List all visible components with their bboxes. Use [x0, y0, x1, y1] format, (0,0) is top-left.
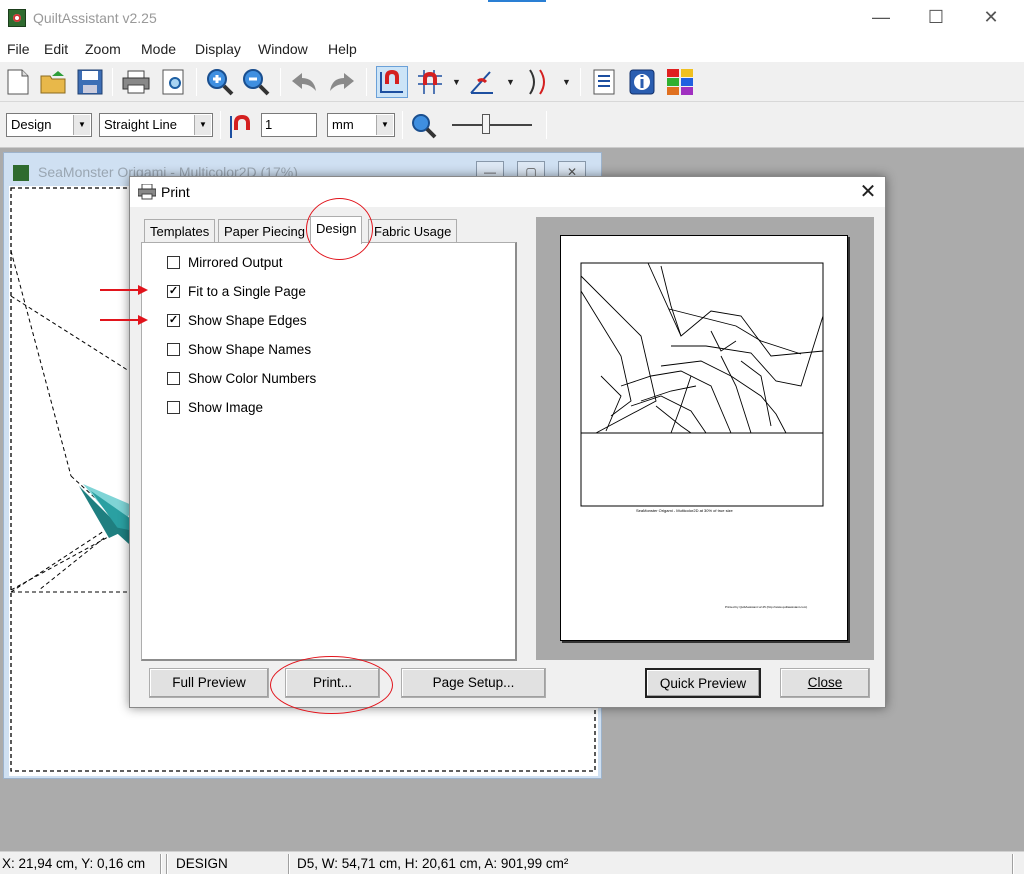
curve-dropdown-arrow[interactable]: ▼ [562, 77, 571, 87]
status-shape-info: D5, W: 54,71 cm, H: 20,61 cm, A: 901,99 … [297, 856, 569, 871]
curve-tool-icon[interactable] [522, 66, 554, 98]
option-fit-single-page[interactable]: ✓ Fit to a Single Page [167, 281, 306, 301]
print-icon[interactable] [120, 66, 152, 98]
snap-distance-icon [228, 112, 256, 140]
document-icon [13, 165, 29, 181]
minimize-button[interactable]: — [866, 6, 896, 30]
print-dialog-title: Print [161, 184, 190, 200]
line-type-value: Straight Line [104, 117, 177, 132]
maximize-button[interactable]: ☐ [921, 6, 951, 30]
menu-help[interactable]: Help [328, 41, 357, 57]
option-show-image[interactable]: Show Image [167, 397, 263, 417]
annotation-circle-print-button [270, 656, 393, 714]
app-icon [8, 9, 26, 27]
tab-paper-piecing[interactable]: Paper Piecing [218, 219, 311, 242]
notes-icon[interactable] [588, 66, 620, 98]
print-preview-icon[interactable] [158, 66, 190, 98]
unit-select-value: mm [332, 117, 354, 132]
status-bar: X: 21,94 cm, Y: 0,16 cm DESIGN D5, W: 54… [0, 851, 1024, 874]
chevron-down-icon: ▼ [376, 115, 393, 135]
menu-window[interactable]: Window [258, 41, 308, 57]
menu-display[interactable]: Display [195, 41, 241, 57]
menu-file[interactable]: File [7, 41, 30, 57]
menu-zoom[interactable]: Zoom [85, 41, 121, 57]
preview-footer: Printed by QuiltAssistant v2.25 (http://… [725, 605, 807, 609]
fit-single-page-checkbox[interactable]: ✓ [167, 284, 180, 298]
menu-mode[interactable]: Mode [141, 41, 176, 57]
preview-drawing: SeaMonster Origami - Multicolor2D at 30%… [580, 262, 824, 609]
option-show-shape-edges[interactable]: ✓ Show Shape Edges [167, 310, 307, 330]
status-mode: DESIGN [176, 856, 228, 871]
close-window-button[interactable]: ✕ [976, 6, 1006, 30]
option-show-shape-names[interactable]: Show Shape Names [167, 339, 311, 359]
menu-edit[interactable]: Edit [44, 41, 68, 57]
mode-select-value: Design [11, 117, 52, 132]
show-color-numbers-checkbox[interactable] [167, 371, 180, 385]
window-accent-line [488, 0, 546, 2]
undo-icon[interactable] [288, 66, 320, 98]
show-shape-names-checkbox[interactable] [167, 342, 180, 356]
app-titlebar: QuiltAssistant v2.25 — ☐ ✕ [0, 0, 1024, 36]
mirrored-output-checkbox[interactable] [167, 255, 180, 269]
fit-single-page-label: Fit to a Single Page [188, 283, 306, 299]
tab-templates[interactable]: Templates [144, 219, 216, 242]
magnifier-icon [410, 112, 438, 140]
mode-select[interactable]: Design ▼ [6, 113, 92, 137]
close-button-label: Close [807, 675, 843, 690]
color-palette-icon[interactable] [664, 66, 696, 98]
annotation-arrows [100, 285, 148, 325]
arrow-right-icon [100, 285, 148, 295]
snap-magnet-icon[interactable] [376, 66, 408, 98]
show-image-label: Show Image [188, 399, 264, 415]
show-shape-names-label: Show Shape Names [188, 341, 312, 357]
line-type-select[interactable]: Straight Line ▼ [99, 113, 213, 137]
page-setup-button[interactable]: Page Setup... [401, 668, 546, 698]
angle-dropdown-arrow[interactable]: ▼ [506, 77, 515, 87]
show-color-numbers-label: Show Color Numbers [188, 370, 317, 386]
tab-design[interactable]: Design [310, 216, 363, 244]
mirrored-output-label: Mirrored Output [188, 254, 283, 270]
chevron-down-icon: ▼ [194, 115, 211, 135]
option-show-color-numbers[interactable]: Show Color Numbers [167, 368, 316, 388]
option-mirrored-output[interactable]: Mirrored Output [167, 252, 283, 272]
snap-distance-value: 1 [265, 117, 273, 132]
quick-preview-button[interactable]: Quick Preview [645, 668, 761, 698]
zoom-in-icon[interactable] [204, 66, 236, 98]
zoom-out-icon[interactable] [240, 66, 272, 98]
info-icon[interactable] [626, 66, 658, 98]
grid-dropdown-arrow[interactable]: ▼ [452, 77, 461, 87]
chevron-down-icon: ▼ [73, 115, 90, 135]
zoom-slider-thumb[interactable] [482, 114, 491, 134]
snap-distance-input[interactable]: 1 [261, 113, 317, 137]
menu-bar: File Edit Zoom Mode Display Window Help [0, 36, 1024, 62]
grid-magnet-icon[interactable] [414, 66, 446, 98]
open-folder-icon[interactable] [38, 66, 70, 98]
app-title: QuiltAssistant v2.25 [33, 10, 157, 26]
new-file-icon[interactable] [2, 66, 34, 98]
print-icon [137, 183, 157, 200]
print-dialog: Print ✕ Templates Paper Piecing Design F… [129, 176, 886, 708]
unit-select[interactable]: mm ▼ [327, 113, 395, 137]
design-tab-panel: Mirrored Output ✓ Fit to a Single Page ✓… [141, 242, 517, 661]
show-image-checkbox[interactable] [167, 400, 180, 414]
preview-page: SeaMonster Origami - Multicolor2D at 30%… [560, 235, 848, 641]
status-coordinates: X: 21,94 cm, Y: 0,16 cm [2, 856, 146, 871]
tab-fabric-usage[interactable]: Fabric Usage [368, 219, 458, 242]
main-toolbar: ▼ ▼ ▼ [0, 62, 1024, 102]
print-preview-pane: SeaMonster Origami - Multicolor2D at 30%… [536, 217, 874, 660]
close-button[interactable]: Close [780, 668, 870, 698]
redo-icon[interactable] [326, 66, 358, 98]
close-icon[interactable]: ✕ [854, 179, 882, 205]
show-shape-edges-label: Show Shape Edges [188, 312, 307, 328]
zoom-slider-track[interactable] [452, 124, 532, 126]
full-preview-button[interactable]: Full Preview [149, 668, 269, 698]
show-shape-edges-checkbox[interactable]: ✓ [167, 313, 180, 327]
angle-snap-icon[interactable] [466, 66, 498, 98]
arrow-right-icon [100, 315, 148, 325]
save-disk-icon[interactable] [74, 66, 106, 98]
print-dialog-titlebar: Print ✕ [130, 177, 885, 207]
preview-caption: SeaMonster Origami - Multicolor2D at 30%… [636, 508, 733, 513]
